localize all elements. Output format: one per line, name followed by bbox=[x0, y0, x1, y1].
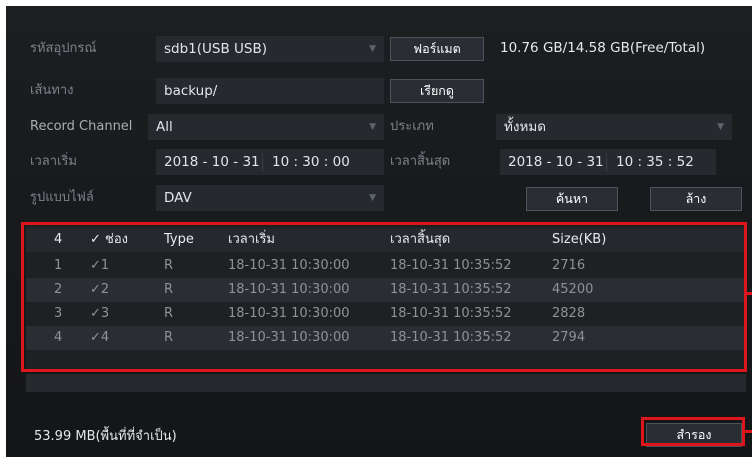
search-button[interactable]: ค้นหา bbox=[526, 187, 618, 211]
path-input[interactable]: backup/ bbox=[156, 78, 384, 104]
chevron-down-icon: ▼ bbox=[717, 122, 724, 132]
format-button[interactable]: ฟอร์แมต bbox=[390, 37, 484, 61]
browse-button[interactable]: เรียกดู bbox=[390, 79, 484, 103]
end-time-label: เวลาสิ้นสุด bbox=[390, 154, 451, 169]
table-highlight-pointer bbox=[746, 292, 752, 295]
backup-highlight-box bbox=[641, 417, 745, 446]
start-time-label: เวลาเริ่ม bbox=[30, 154, 78, 169]
start-date-value: 2018 - 10 - 31 bbox=[164, 154, 260, 170]
table-scrollbar[interactable] bbox=[26, 374, 746, 392]
chevron-down-icon: ▼ bbox=[369, 44, 376, 54]
divider bbox=[262, 153, 263, 171]
channel-label: Record Channel bbox=[30, 119, 133, 134]
file-type-select[interactable]: DAV ▼ bbox=[156, 185, 384, 211]
start-time-value: 10 : 30 : 00 bbox=[272, 154, 350, 170]
device-select[interactable]: sdb1(USB USB) ▼ bbox=[156, 36, 384, 62]
file-type-label: รูปแบบไฟล์ bbox=[30, 190, 94, 205]
required-space-text: 53.99 MB(พื้นที่ที่จำเป็น) bbox=[34, 429, 177, 444]
chevron-down-icon: ▼ bbox=[369, 122, 376, 132]
path-label: เส้นทาง bbox=[30, 83, 74, 98]
device-value: sdb1(USB USB) bbox=[164, 41, 268, 57]
table-highlight-box bbox=[21, 222, 747, 372]
capacity-text: 10.76 GB/14.58 GB(Free/Total) bbox=[500, 40, 706, 56]
end-date-value: 2018 - 10 - 31 bbox=[508, 154, 604, 170]
end-datetime-input[interactable]: 2018 - 10 - 31 10 : 35 : 52 bbox=[500, 149, 716, 175]
channel-value: All bbox=[156, 119, 173, 135]
clear-button[interactable]: ล้าง bbox=[650, 187, 742, 211]
channel-select[interactable]: All ▼ bbox=[148, 114, 384, 140]
end-time-value: 10 : 35 : 52 bbox=[616, 154, 694, 170]
chevron-down-icon: ▼ bbox=[369, 193, 376, 203]
start-datetime-input[interactable]: 2018 - 10 - 31 10 : 30 : 00 bbox=[156, 149, 384, 175]
type-label: ประเภท bbox=[390, 119, 434, 134]
backup-highlight-pointer bbox=[744, 430, 752, 433]
type-select[interactable]: ทั้งหมด ▼ bbox=[496, 114, 732, 140]
divider bbox=[606, 153, 607, 171]
path-value: backup/ bbox=[164, 83, 218, 99]
device-label: รหัสอุปกรณ์ bbox=[30, 41, 97, 56]
type-value: ทั้งหมด bbox=[504, 119, 547, 135]
file-type-value: DAV bbox=[164, 190, 192, 206]
